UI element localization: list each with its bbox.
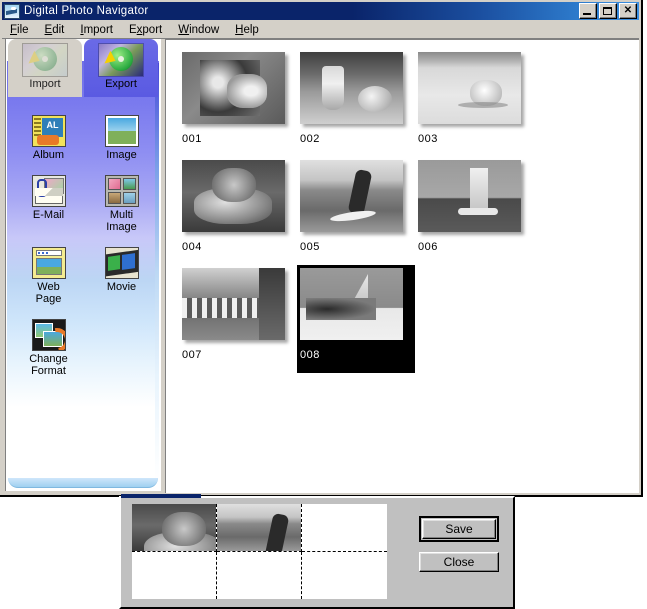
album-icon [31, 115, 66, 147]
thumbnail-image [182, 268, 285, 340]
grid-cell[interactable] [302, 552, 387, 600]
menu-help[interactable]: Help [227, 23, 267, 37]
export-dialog: Save Close [119, 494, 515, 609]
sidebar-tab-import-label: Import [29, 78, 61, 90]
window-button-group: ✕ [579, 3, 639, 19]
export-item-image-label: Image [106, 149, 137, 161]
thumbnail-label: 003 [418, 133, 438, 145]
close-button[interactable]: Close [419, 552, 499, 572]
change-format-icon [31, 319, 66, 351]
sidebar-tab-import[interactable]: Import [8, 39, 82, 97]
image-icon [104, 115, 139, 147]
thumbnail-label: 008 [300, 349, 320, 361]
minimize-icon [583, 13, 591, 15]
application-window: Digital Photo Navigator ✕ File Edit Impo… [0, 0, 643, 497]
thumbnail-item[interactable]: 006 [415, 157, 533, 265]
maximize-icon [603, 7, 612, 15]
minimize-button[interactable] [579, 3, 597, 19]
thumbnail-label: 001 [182, 133, 202, 145]
thumbnail-item[interactable]: 007 [179, 265, 297, 373]
sidebar-bottom-edge [8, 478, 158, 488]
menu-file[interactable]: File [2, 23, 37, 37]
thumbnail-image [418, 160, 521, 232]
thumbnail-label: 007 [182, 349, 202, 361]
export-item-web-page-label: Web Page [35, 281, 62, 305]
grid-cell[interactable] [132, 504, 217, 552]
export-item-movie[interactable]: Movie [85, 237, 158, 309]
close-icon: ✕ [623, 5, 633, 16]
dialog-layout-grid[interactable] [132, 504, 387, 599]
export-item-album-label: Album [32, 149, 65, 161]
thumbnail-item[interactable]: 001 [179, 49, 297, 157]
web-page-icon [31, 247, 66, 279]
client-area: Import Export Album I [2, 39, 639, 493]
thumbnail-grid: 001 002 003 004 005 006 007 008 [179, 49, 639, 373]
thumbnail-browser[interactable]: 001 002 003 004 005 006 007 008 [165, 39, 639, 493]
thumbnail-item[interactable]: 005 [297, 157, 415, 265]
thumbnail-label: 002 [300, 133, 320, 145]
sidebar-tab-export[interactable]: Export [84, 39, 158, 97]
save-button[interactable]: Save [422, 519, 496, 539]
thumbnail-label: 006 [418, 241, 438, 253]
thumbnail-image [300, 52, 403, 124]
export-item-email-label: E-Mail [32, 209, 65, 221]
menu-window[interactable]: Window [170, 23, 227, 37]
export-item-email[interactable]: E-Mail [12, 165, 85, 237]
thumbnail-item-selected[interactable]: 008 [297, 265, 415, 373]
export-row: Web Page Movie [12, 237, 158, 309]
export-item-multi-image[interactable]: Multi Image [85, 165, 158, 237]
title-bar[interactable]: Digital Photo Navigator ✕ [2, 2, 639, 20]
export-row: Change Format [12, 309, 158, 381]
export-item-list: Album Image E-Mail MultiImage [12, 105, 158, 381]
export-item-movie-label: Movie [106, 281, 137, 293]
thumbnail-image [182, 52, 285, 124]
thumbnail-item[interactable]: 002 [297, 49, 415, 157]
export-item-multi-image-label: Multi Image [106, 209, 137, 233]
menu-export[interactable]: Export [121, 23, 170, 37]
export-item-change-format[interactable]: Change Format [12, 309, 85, 381]
email-icon [31, 175, 66, 207]
sidebar-tab-export-label: Export [105, 78, 137, 90]
dialog-title-stub [121, 494, 201, 498]
save-button-wrapper: Save [419, 516, 499, 542]
close-button[interactable]: ✕ [619, 3, 637, 19]
disc-export-icon [98, 43, 144, 77]
maximize-button[interactable] [599, 3, 617, 19]
grid-cell[interactable] [302, 504, 387, 552]
thumbnail-item[interactable]: 003 [415, 49, 533, 157]
menu-import[interactable]: Import [72, 23, 121, 37]
thumbnail-image [182, 160, 285, 232]
dialog-button-group: Save Close [419, 516, 499, 582]
thumbnail-image [300, 268, 403, 340]
multi-image-icon [104, 175, 139, 207]
thumbnail-item[interactable]: 004 [179, 157, 297, 265]
export-item-web-page[interactable]: Web Page [12, 237, 85, 309]
grid-cell[interactable] [132, 551, 217, 599]
thumbnail-image [300, 160, 403, 232]
export-item-image[interactable]: Image [85, 105, 158, 165]
export-row: Album Image [12, 105, 158, 165]
export-item-album[interactable]: Album [12, 105, 85, 165]
thumbnail-label: 005 [300, 241, 320, 253]
sidebar-tabs: Import Export [8, 39, 160, 99]
window-title: Digital Photo Navigator [24, 5, 149, 17]
grid-cell-image [132, 504, 216, 551]
menu-bar: File Edit Import Export Window Help [2, 21, 639, 39]
export-row: E-Mail Multi Image [12, 165, 158, 237]
movie-icon [104, 247, 139, 279]
thumbnail-label: 004 [182, 241, 202, 253]
camera-icon [4, 3, 20, 19]
export-item-spacer [85, 309, 158, 381]
disc-import-icon [22, 43, 68, 77]
thumbnail-image [418, 52, 521, 124]
grid-cell[interactable] [217, 504, 302, 552]
close-button-wrapper: Close [419, 552, 499, 572]
menu-edit[interactable]: Edit [37, 23, 73, 37]
grid-cell-image [217, 504, 301, 551]
export-item-change-format-label: Change Format [29, 353, 68, 377]
grid-cell[interactable] [217, 551, 302, 599]
sidebar-panel: Import Export Album I [5, 39, 161, 491]
